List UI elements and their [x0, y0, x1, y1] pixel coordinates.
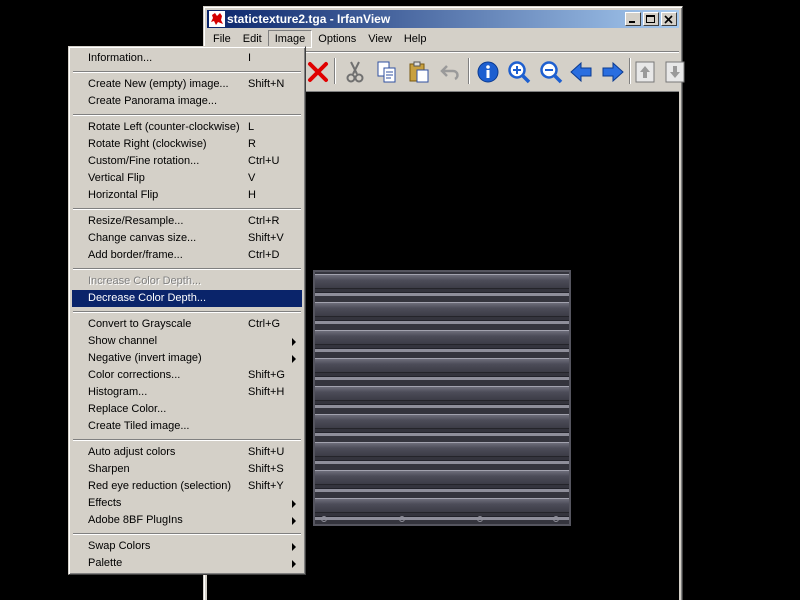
info-icon[interactable]: [476, 60, 500, 84]
menu-item-information[interactable]: Information... I: [72, 50, 302, 67]
menu-item-create-tiled-image[interactable]: Create Tiled image...: [72, 418, 302, 435]
title-bar[interactable]: statictexture2.tga - IrfanView: [207, 10, 679, 28]
menu-item-adobe-8bf-plugins[interactable]: Adobe 8BF PlugIns: [72, 512, 302, 529]
menu-separator: [73, 311, 301, 313]
menu-item-decrease-color-depth[interactable]: Decrease Color Depth...: [72, 290, 302, 307]
menu-item-sharpen[interactable]: Sharpen Shift+S: [72, 461, 302, 478]
toolbar-separator: [334, 58, 336, 84]
menu-item-show-channel[interactable]: Show channel: [72, 333, 302, 350]
menu-item-custom-rotation[interactable]: Custom/Fine rotation... Ctrl+U: [72, 153, 302, 170]
image-menu-dropdown: Information... I Create New (empty) image…: [68, 46, 306, 575]
menu-item-rotate-left[interactable]: Rotate Left (counter-clockwise) L: [72, 119, 302, 136]
menu-item-vertical-flip[interactable]: Vertical Flip V: [72, 170, 302, 187]
menu-separator: [73, 439, 301, 441]
menu-item-color-corrections[interactable]: Color corrections... Shift+G: [72, 367, 302, 384]
menu-item-swap-colors[interactable]: Swap Colors: [72, 538, 302, 555]
window-title: statictexture2.tga - IrfanView: [227, 12, 391, 26]
menu-item-histogram[interactable]: Histogram... Shift+H: [72, 384, 302, 401]
submenu-arrow-icon: [292, 517, 296, 525]
zoom-out-icon[interactable]: [539, 60, 563, 84]
menu-item-create-panorama[interactable]: Create Panorama image...: [72, 93, 302, 110]
close-button[interactable]: [661, 12, 677, 26]
minimize-button[interactable]: [625, 12, 641, 26]
zoom-in-icon[interactable]: [507, 60, 531, 84]
menu-item-palette[interactable]: Palette: [72, 555, 302, 572]
menu-separator: [73, 71, 301, 73]
menu-view[interactable]: View: [362, 30, 398, 48]
menu-separator: [73, 268, 301, 270]
menu-help[interactable]: Help: [398, 30, 433, 48]
menu-item-add-border[interactable]: Add border/frame... Ctrl+D: [72, 247, 302, 264]
submenu-arrow-icon: [292, 500, 296, 508]
menu-item-resize-resample[interactable]: Resize/Resample... Ctrl+R: [72, 213, 302, 230]
delete-icon[interactable]: [306, 60, 330, 84]
toolbar-separator: [468, 58, 470, 84]
submenu-arrow-icon: [292, 543, 296, 551]
menu-item-auto-adjust-colors[interactable]: Auto adjust colors Shift+U: [72, 444, 302, 461]
menu-options[interactable]: Options: [312, 30, 362, 48]
minimize-icon: [629, 21, 635, 23]
cut-icon[interactable]: [343, 60, 367, 84]
menu-item-negative[interactable]: Negative (invert image): [72, 350, 302, 367]
menu-item-effects[interactable]: Effects: [72, 495, 302, 512]
irfanview-red-cat-icon: [209, 11, 225, 27]
maximize-icon: [646, 15, 655, 23]
submenu-arrow-icon: [292, 338, 296, 346]
copy-icon[interactable]: [375, 60, 399, 84]
paste-icon[interactable]: [407, 60, 431, 84]
close-icon: [664, 15, 673, 24]
menu-item-convert-grayscale[interactable]: Convert to Grayscale Ctrl+G: [72, 316, 302, 333]
menu-separator: [73, 208, 301, 210]
submenu-arrow-icon: [292, 560, 296, 568]
menu-separator: [73, 114, 301, 116]
toolbar-separator: [629, 58, 631, 84]
maximize-button[interactable]: [643, 12, 659, 26]
first-page-icon[interactable]: [633, 60, 657, 84]
menu-separator: [73, 533, 301, 535]
next-icon[interactable]: [601, 60, 625, 84]
menu-item-red-eye-reduction[interactable]: Red eye reduction (selection) Shift+Y: [72, 478, 302, 495]
menu-item-create-new-image[interactable]: Create New (empty) image... Shift+N: [72, 76, 302, 93]
menu-item-change-canvas-size[interactable]: Change canvas size... Shift+V: [72, 230, 302, 247]
last-page-icon[interactable]: [663, 60, 687, 84]
menu-item-increase-color-depth: Increase Color Depth...: [88, 275, 202, 287]
undo-icon[interactable]: [439, 60, 463, 84]
texture-image: [313, 270, 571, 526]
previous-icon[interactable]: [569, 60, 593, 84]
menu-item-horizontal-flip[interactable]: Horizontal Flip H: [72, 187, 302, 204]
menu-item-rotate-right[interactable]: Rotate Right (clockwise) R: [72, 136, 302, 153]
submenu-arrow-icon: [292, 355, 296, 363]
menu-item-replace-color[interactable]: Replace Color...: [72, 401, 302, 418]
